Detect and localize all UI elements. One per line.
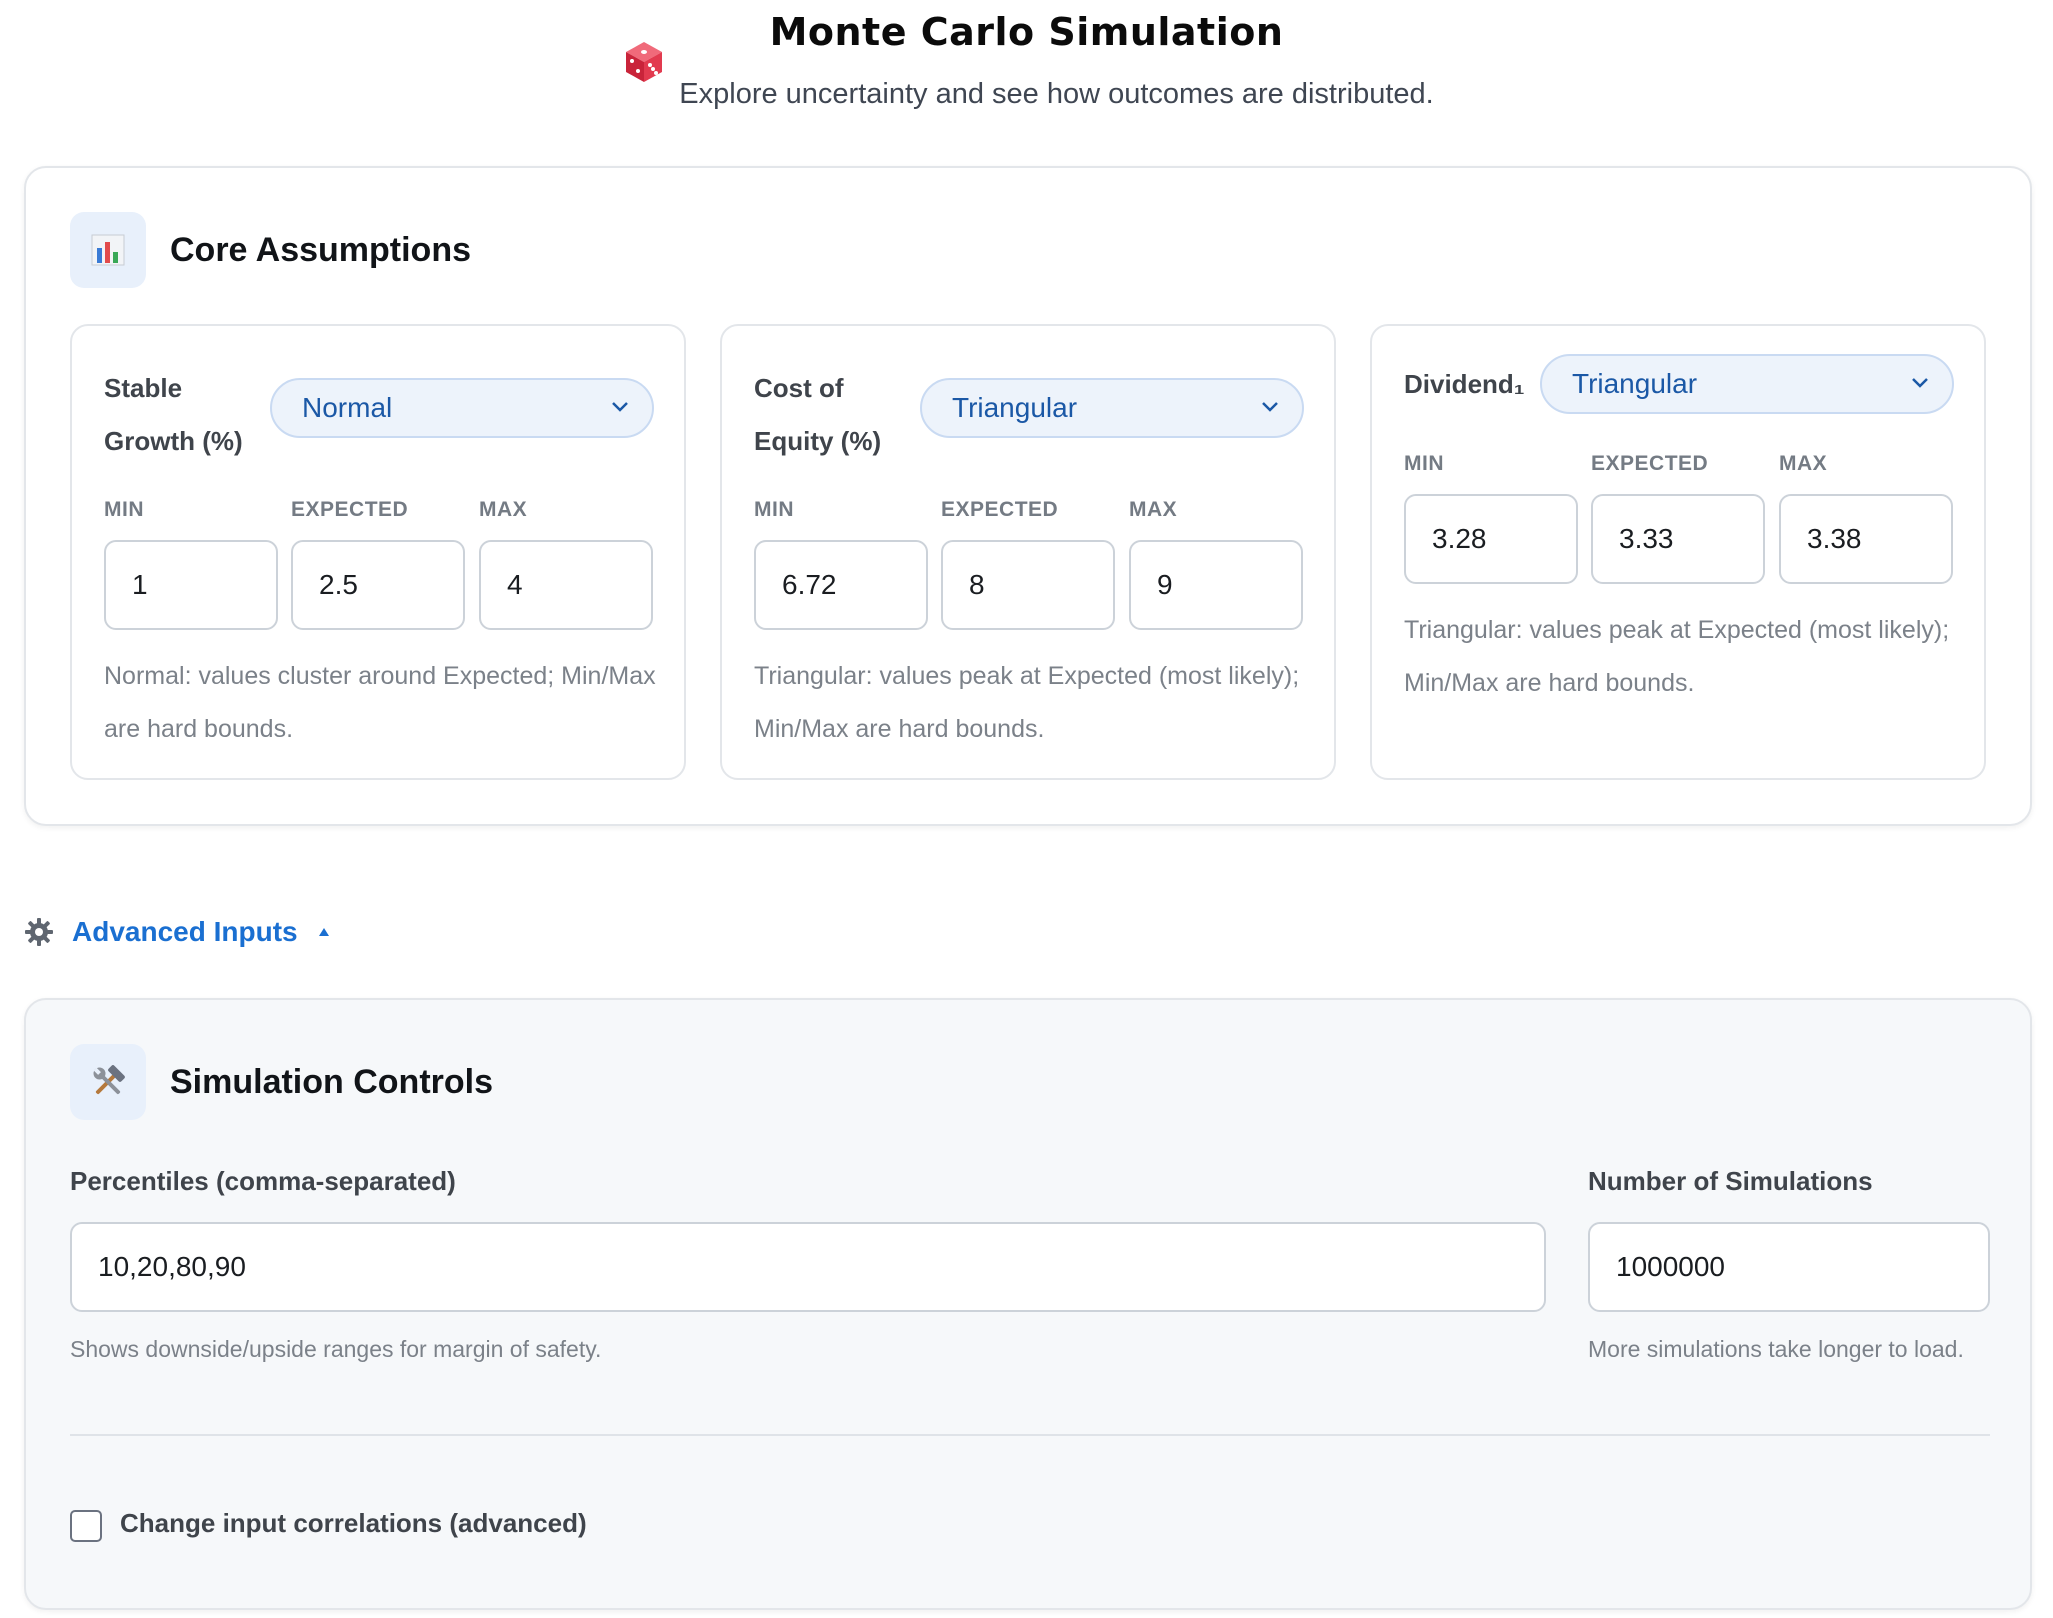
max-input[interactable]: 3.38 bbox=[1779, 494, 1953, 584]
percentiles-hint: Shows downside/upside ranges for margin … bbox=[70, 1336, 602, 1362]
divider bbox=[70, 1434, 1990, 1436]
distribution-hint: Normal: values cluster around Expected; … bbox=[104, 662, 656, 743]
tools-icon bbox=[70, 1044, 146, 1120]
percentiles-input[interactable]: 10,20,80,90 bbox=[70, 1222, 1546, 1312]
simulations-label: Number of Simulations bbox=[1588, 1166, 1873, 1196]
min-input[interactable]: 3.28 bbox=[1404, 494, 1578, 584]
core-assumptions-title: Core Assumptions bbox=[170, 230, 472, 269]
distribution-select-value: Normal bbox=[302, 392, 393, 423]
distribution-select[interactable]: Triangular bbox=[920, 378, 1304, 438]
expected-label: EXPECTED bbox=[291, 498, 409, 521]
max-input[interactable]: 9 bbox=[1129, 540, 1303, 630]
simulation-controls-card: Simulation Controls Percentiles (comma-s… bbox=[24, 998, 2032, 1610]
max-label: MAX bbox=[1129, 498, 1178, 521]
chevron-down-icon bbox=[1262, 402, 1278, 412]
simulation-controls-title: Simulation Controls bbox=[170, 1062, 493, 1101]
expected-label: EXPECTED bbox=[1591, 452, 1709, 475]
correlations-checkbox[interactable] bbox=[70, 1510, 102, 1542]
percentiles-label: Percentiles (comma-separated) bbox=[70, 1166, 456, 1196]
assumption-panel-cost-of-equity: Cost of Equity (%) Triangular MIN EXPECT… bbox=[720, 324, 1336, 780]
min-label: MIN bbox=[754, 498, 794, 521]
min-input[interactable]: 1 bbox=[104, 540, 278, 630]
assumption-panel-stable-growth: Stable Growth (%) Normal MIN EXPECTED MA… bbox=[70, 324, 686, 780]
expected-input[interactable]: 8 bbox=[941, 540, 1115, 630]
caret-up-icon bbox=[318, 928, 329, 936]
page-title: Monte Carlo Simulation bbox=[769, 10, 1284, 54]
expected-input[interactable]: 2.5 bbox=[291, 540, 465, 630]
variable-label: Cost of Equity (%) bbox=[754, 373, 882, 456]
distribution-select-value: Triangular bbox=[952, 392, 1078, 423]
min-label: MIN bbox=[104, 498, 144, 521]
distribution-hint: Triangular: values peak at Expected (mos… bbox=[754, 662, 1300, 743]
max-label: MAX bbox=[479, 498, 528, 521]
assumption-panel-dividend: Dividend₁ Triangular MIN EXPECTED MAX 3.… bbox=[1370, 324, 1986, 780]
max-input[interactable]: 4 bbox=[479, 540, 653, 630]
bar-chart-icon bbox=[70, 212, 146, 288]
advanced-inputs-label: Advanced Inputs bbox=[72, 916, 298, 947]
page-header: Monte Carlo Simulation Explore uncertain… bbox=[0, 0, 2053, 150]
gear-icon bbox=[25, 918, 53, 946]
distribution-select-value: Triangular bbox=[1572, 368, 1698, 399]
min-input[interactable]: 6.72 bbox=[754, 540, 928, 630]
min-label: MIN bbox=[1404, 452, 1444, 475]
core-assumptions-card: Core Assumptions Stable Growth (%) Norma… bbox=[24, 166, 2032, 826]
correlations-label[interactable]: Change input correlations (advanced) bbox=[120, 1508, 587, 1539]
expected-input[interactable]: 3.33 bbox=[1591, 494, 1765, 584]
variable-label: Stable Growth (%) bbox=[104, 373, 243, 456]
simulations-input[interactable]: 1000000 bbox=[1588, 1222, 1990, 1312]
simulation-controls-header: Simulation Controls bbox=[70, 1044, 493, 1120]
variable-label: Dividend₁ bbox=[1404, 369, 1525, 399]
core-assumptions-header: Core Assumptions bbox=[70, 212, 471, 288]
chevron-down-icon bbox=[612, 402, 628, 412]
max-label: MAX bbox=[1779, 452, 1828, 475]
distribution-select[interactable]: Normal bbox=[270, 378, 654, 438]
chevron-down-icon bbox=[1912, 378, 1928, 388]
expected-label: EXPECTED bbox=[941, 498, 1059, 521]
page-subtitle: Explore uncertainty and see how outcomes… bbox=[679, 78, 1434, 110]
distribution-select[interactable]: Triangular bbox=[1540, 354, 1954, 414]
distribution-hint: Triangular: values peak at Expected (mos… bbox=[1404, 616, 1950, 697]
simulations-hint: More simulations take longer to load. bbox=[1588, 1336, 1964, 1362]
advanced-inputs-toggle[interactable]: Advanced Inputs bbox=[24, 910, 330, 954]
